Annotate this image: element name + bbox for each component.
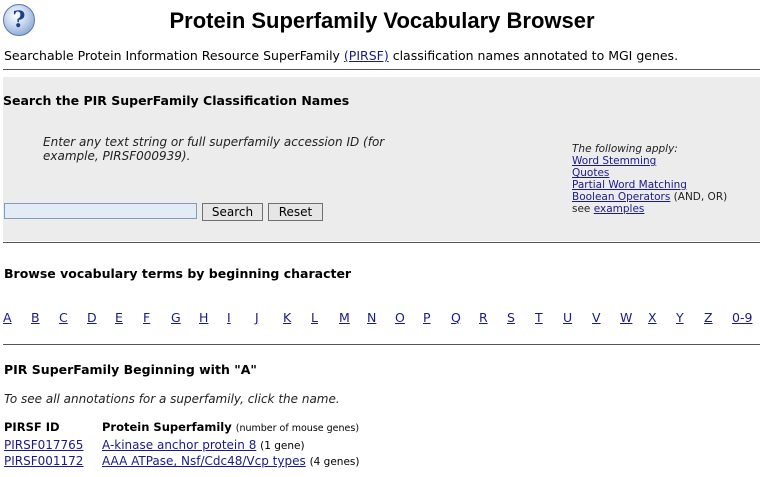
pirsf-link[interactable]: (PIRSF) — [344, 48, 389, 63]
superfamily-name-link[interactable]: AAA ATPase, Nsf/Cdc48/Vcp types — [102, 454, 306, 468]
letter-link-w[interactable]: W — [620, 310, 632, 325]
superfamily-cell: A-kinase anchor protein 8 (1 gene) — [102, 438, 359, 454]
letter-link-r[interactable]: R — [479, 310, 488, 325]
reset-button[interactable]: Reset — [268, 203, 323, 221]
letter-link-t[interactable]: T — [535, 310, 543, 325]
letter-link-f[interactable]: F — [143, 310, 150, 325]
letter-index: A B C D E F G H I J K L M N O P Q R S T … — [3, 310, 760, 326]
examples-link[interactable]: examples — [594, 203, 645, 215]
results-header-row: PIRSF ID Protein Superfamily (number of … — [4, 420, 359, 438]
pirsf-id-cell: PIRSF017765 — [4, 438, 102, 454]
letter-link-s[interactable]: S — [507, 310, 515, 325]
search-heading: Search the PIR SuperFamily Classificatio… — [3, 93, 350, 108]
gene-count: (4 genes) — [309, 456, 360, 468]
letter-link-u[interactable]: U — [563, 310, 572, 325]
pirsf-id-cell: PIRSF001172 — [4, 454, 102, 470]
table-row: PIRSF017765 A-kinase anchor protein 8 (1… — [4, 438, 359, 454]
letter-link-m[interactable]: M — [339, 310, 350, 325]
divider-middle — [3, 242, 760, 243]
subtitle-text-pre: Searchable Protein Information Resource … — [4, 48, 344, 63]
search-button[interactable]: Search — [202, 203, 263, 221]
word-stemming-link[interactable]: Word Stemming — [572, 155, 656, 167]
quotes-link[interactable]: Quotes — [572, 167, 609, 179]
col-header-superfamily-label: Protein Superfamily — [102, 420, 232, 434]
gene-count: (1 gene) — [260, 440, 305, 452]
subtitle-text-post: classification names annotated to MGI ge… — [388, 48, 679, 63]
letter-link-h[interactable]: H — [199, 310, 208, 325]
help-lead: The following apply: — [572, 143, 678, 155]
letter-link-l[interactable]: L — [311, 310, 318, 325]
letter-link-0-9[interactable]: 0-9 — [732, 310, 752, 325]
letter-link-x[interactable]: X — [648, 310, 657, 325]
results-heading: PIR SuperFamily Beginning with "A" — [4, 362, 257, 377]
letter-link-i[interactable]: I — [227, 310, 231, 325]
boolean-note: (AND, OR) — [670, 191, 728, 203]
col-header-superfamily: Protein Superfamily (number of mouse gen… — [102, 420, 359, 438]
letter-link-c[interactable]: C — [59, 310, 68, 325]
partial-word-matching-link[interactable]: Partial Word Matching — [572, 179, 687, 191]
letter-link-y[interactable]: Y — [676, 310, 684, 325]
letter-link-e[interactable]: E — [115, 310, 123, 325]
divider-bottom — [3, 344, 760, 345]
letter-link-g[interactable]: G — [171, 310, 181, 325]
letter-link-o[interactable]: O — [395, 310, 405, 325]
search-help-box: The following apply: Word Stemming Quote… — [572, 143, 727, 215]
letter-link-n[interactable]: N — [367, 310, 376, 325]
letter-link-b[interactable]: B — [31, 310, 40, 325]
search-input[interactable] — [4, 203, 197, 219]
superfamily-name-link[interactable]: A-kinase anchor protein 8 — [102, 438, 256, 452]
results-note: To see all annotations for a superfamily… — [4, 392, 340, 406]
letter-link-k[interactable]: K — [283, 310, 291, 325]
search-panel: Search the PIR SuperFamily Classificatio… — [3, 77, 760, 241]
page-title: Protein Superfamily Vocabulary Browser — [169, 8, 595, 33]
letter-link-z[interactable]: Z — [704, 310, 713, 325]
page-subtitle: Searchable Protein Information Resource … — [4, 48, 678, 63]
results-table: PIRSF ID Protein Superfamily (number of … — [4, 420, 359, 470]
col-header-gene-note: (number of mouse genes) — [235, 423, 360, 434]
superfamily-cell: AAA ATPase, Nsf/Cdc48/Vcp types (4 genes… — [102, 454, 359, 470]
letter-link-p[interactable]: P — [423, 310, 431, 325]
letter-link-v[interactable]: V — [592, 310, 601, 325]
letter-link-q[interactable]: Q — [451, 310, 461, 325]
letter-link-a[interactable]: A — [3, 310, 12, 325]
col-header-pirsf-id: PIRSF ID — [4, 420, 60, 434]
divider-top — [3, 69, 760, 70]
letter-link-j[interactable]: J — [255, 310, 259, 325]
see-text: see — [572, 203, 594, 215]
browse-heading: Browse vocabulary terms by beginning cha… — [4, 266, 352, 281]
pirsf-id-link[interactable]: PIRSF001172 — [4, 454, 83, 468]
boolean-operators-link[interactable]: Boolean Operators — [572, 191, 670, 203]
table-row: PIRSF001172 AAA ATPase, Nsf/Cdc48/Vcp ty… — [4, 454, 359, 470]
pirsf-id-link[interactable]: PIRSF017765 — [4, 438, 83, 452]
letter-link-d[interactable]: D — [87, 310, 97, 325]
search-instructions: Enter any text string or full superfamil… — [43, 135, 385, 163]
